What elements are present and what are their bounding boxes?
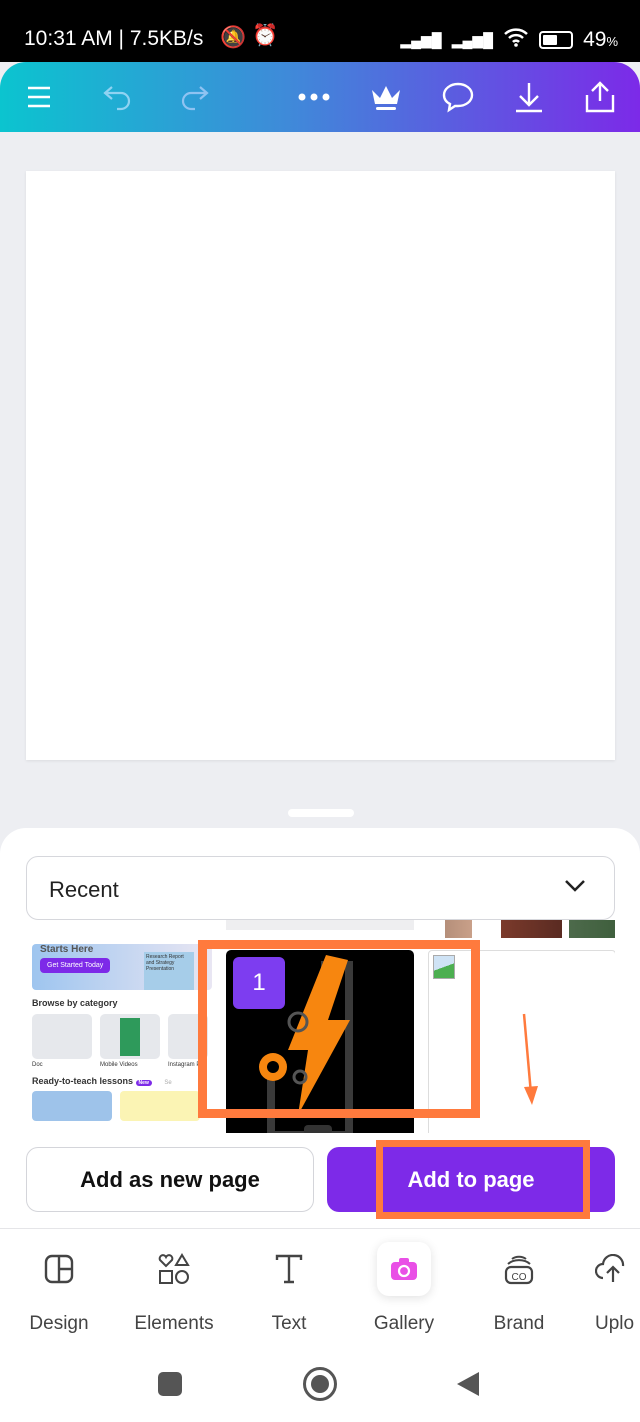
share-icon <box>585 81 615 113</box>
redo-icon <box>181 86 209 111</box>
thumb-browse: Browse by category <box>32 998 118 1008</box>
annotation-highlight-box <box>198 940 480 1118</box>
editor-toolbar <box>0 62 640 132</box>
recents-button[interactable] <box>158 1372 182 1396</box>
crown-icon <box>372 86 400 110</box>
nav-elements[interactable]: Elements <box>119 1241 229 1335</box>
battery-unit: % <box>606 34 618 49</box>
share-button[interactable] <box>579 76 621 118</box>
more-icon <box>298 93 330 101</box>
comment-icon <box>442 82 474 113</box>
home-button[interactable] <box>303 1367 337 1401</box>
nav-gallery[interactable]: Gallery <box>349 1241 459 1335</box>
svg-text:CO: CO <box>512 1272 527 1283</box>
nav-label: Text <box>271 1313 307 1334</box>
undo-button[interactable] <box>97 76 139 118</box>
camera-icon <box>391 1258 417 1280</box>
system-nav-bar <box>0 1342 640 1422</box>
signal-icon-2: ▂▄▆█ <box>451 31 494 48</box>
annotation-arrow <box>522 1013 538 1105</box>
gallery-thumb-screenshot[interactable]: Starts Here Get Started Today Research R… <box>32 944 212 1133</box>
pro-button[interactable] <box>365 76 407 118</box>
brand-icon: CO <box>504 1255 534 1285</box>
comment-button[interactable] <box>437 76 479 118</box>
download-button[interactable] <box>508 76 550 118</box>
nav-label: Uplo <box>595 1313 635 1334</box>
menu-button[interactable] <box>18 76 60 118</box>
album-dropdown[interactable]: Recent <box>26 856 615 920</box>
elements-icon <box>158 1253 190 1284</box>
alarm-icon: ⏰ <box>252 24 279 47</box>
thumb-category: Mobile Videos <box>100 1062 138 1068</box>
signal-icon: ▂▄▆█ <box>400 31 442 48</box>
nav-label: Elements <box>134 1313 214 1334</box>
nav-label: Design <box>29 1313 89 1334</box>
back-button[interactable] <box>455 1370 481 1398</box>
design-icon <box>44 1254 74 1284</box>
thumb-card-text: Research Report and Strategy Presentatio… <box>144 952 194 990</box>
thumb-cta: Get Started Today <box>40 958 111 973</box>
chevron-down-icon <box>565 880 585 892</box>
redo-button[interactable] <box>173 76 215 118</box>
wifi-icon <box>503 27 529 53</box>
nav-design[interactable]: Design <box>4 1241 114 1335</box>
nav-label: Brand <box>493 1313 545 1334</box>
nav-text[interactable]: Text <box>234 1241 344 1335</box>
upload-icon <box>595 1254 625 1282</box>
design-canvas[interactable] <box>26 171 615 760</box>
status-bar: 10:31 AM | 7.5KB/s 🔕 ⏰ ▂▄▆█ ▂▄▆█ 49% <box>0 0 640 62</box>
nav-upload[interactable]: Uplo <box>579 1241 640 1335</box>
add-as-new-page-button[interactable]: Add as new page <box>26 1147 314 1212</box>
mute-icon: 🔕 <box>220 26 247 49</box>
thumb-see-all: Se <box>164 1080 172 1086</box>
nav-label: Gallery <box>373 1313 435 1334</box>
sheet-drag-handle[interactable] <box>288 809 354 817</box>
thumb-category: Doc <box>32 1062 43 1068</box>
more-button[interactable] <box>293 76 335 118</box>
battery-level: 49 <box>583 28 607 51</box>
thumb-new-badge: New <box>135 1080 152 1086</box>
album-dropdown-value: Recent <box>49 877 119 902</box>
bottom-nav: Design Elements Text Gallery CO Brand Upl… <box>0 1228 640 1342</box>
download-icon <box>516 83 542 113</box>
menu-icon <box>28 86 50 108</box>
status-time: 10:31 AM | 7.5KB/s <box>24 27 204 50</box>
thumb-lessons: Ready-to-teach lessons <box>32 1076 134 1086</box>
text-icon <box>275 1254 303 1284</box>
undo-icon <box>103 86 131 111</box>
nav-brand[interactable]: CO Brand <box>464 1241 574 1335</box>
annotation-highlight-box-2 <box>376 1140 590 1219</box>
battery-icon <box>539 31 574 49</box>
